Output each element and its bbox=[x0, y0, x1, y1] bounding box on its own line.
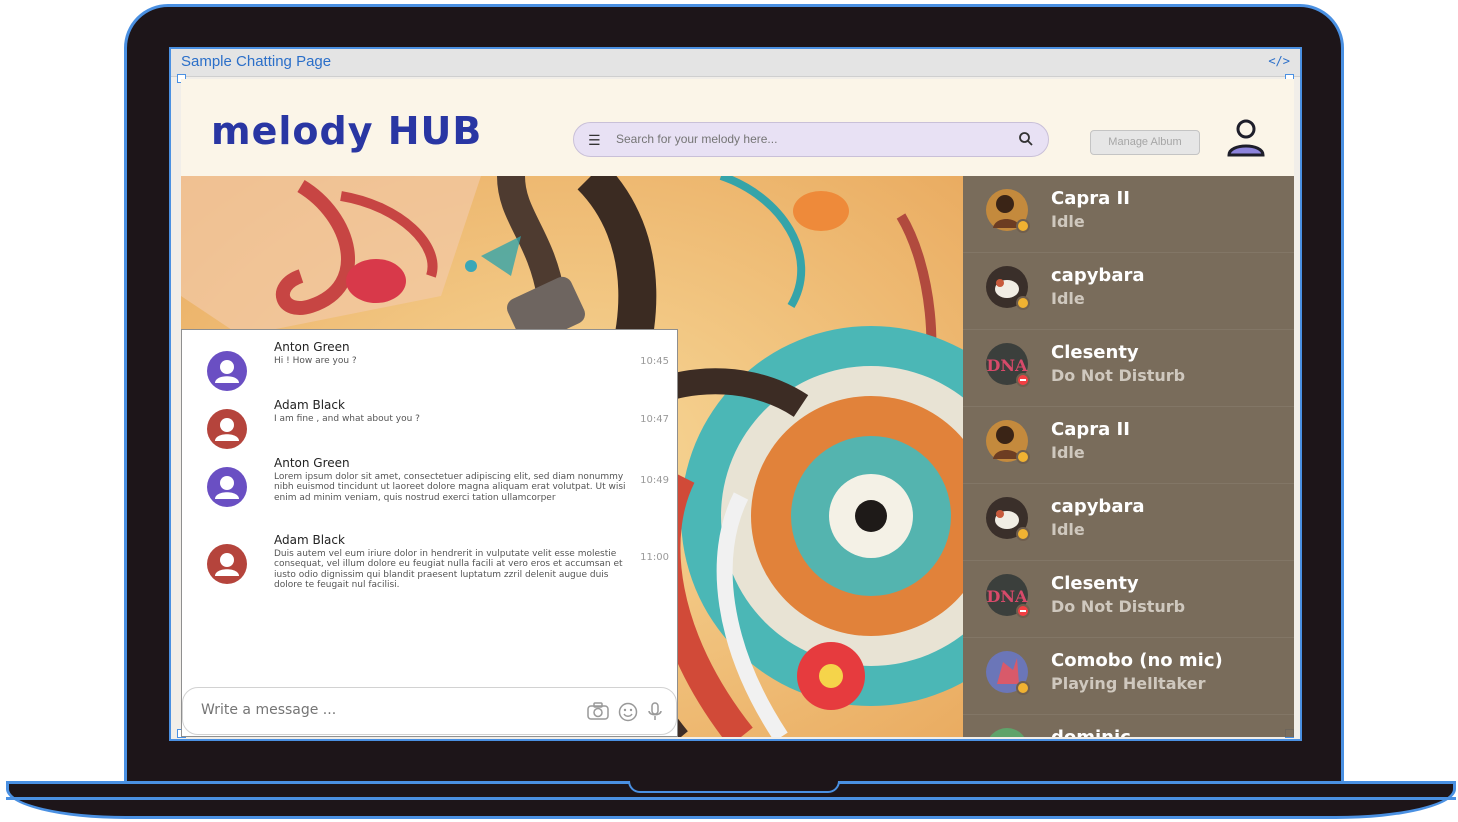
message-time: 11:00 bbox=[640, 552, 669, 563]
friend-avatar bbox=[989, 728, 1025, 737]
search-input[interactable] bbox=[616, 132, 1006, 146]
message-input[interactable] bbox=[201, 702, 571, 718]
friend-status: Idle bbox=[1051, 443, 1085, 462]
avatar-icon bbox=[207, 409, 247, 449]
search-bar[interactable]: ☰ bbox=[573, 122, 1049, 157]
friend-name: Comobo (no mic) bbox=[1051, 650, 1223, 671]
friend-list-item[interactable]: DNA Clesenty Do Not Disturb bbox=[963, 330, 1294, 407]
friend-list-item[interactable]: DNA Clesenty Do Not Disturb bbox=[963, 561, 1294, 638]
microphone-icon[interactable] bbox=[647, 702, 663, 722]
laptop-base-stripe bbox=[6, 797, 1456, 800]
svg-text:DNA: DNA bbox=[987, 587, 1029, 606]
message-author: Anton Green bbox=[274, 340, 350, 354]
laptop-hinge-notch bbox=[628, 781, 840, 793]
chat-message: Adam Black I am fine , and what about yo… bbox=[182, 398, 679, 449]
chat-message: Adam Black Duis autem vel eum iriure dol… bbox=[182, 533, 679, 613]
message-author: Adam Black bbox=[274, 533, 345, 547]
menu-icon[interactable]: ☰ bbox=[588, 133, 601, 149]
friend-list-item[interactable]: Capra II Idle bbox=[963, 176, 1294, 253]
friend-name: Capra II bbox=[1051, 188, 1130, 209]
svg-text:DNA: DNA bbox=[987, 356, 1029, 375]
friend-name: Clesenty bbox=[1051, 342, 1139, 363]
message-composer bbox=[182, 687, 677, 735]
friend-status: Idle bbox=[1051, 289, 1085, 308]
chat-message: Anton Green Lorem ipsum dolor sit amet, … bbox=[182, 456, 679, 526]
friend-list-item[interactable]: capybara Idle bbox=[963, 484, 1294, 561]
manage-album-button[interactable]: Manage Album bbox=[1090, 130, 1200, 155]
message-text: Lorem ipsum dolor sit amet, consectetuer… bbox=[274, 472, 626, 503]
message-time: 10:47 bbox=[640, 414, 669, 425]
frame-title-bar: Sample Chatting Page </> bbox=[171, 49, 1300, 77]
friend-avatar bbox=[986, 420, 1030, 464]
friend-name: capybara bbox=[1051, 265, 1145, 286]
friend-status: Do Not Disturb bbox=[1051, 597, 1186, 616]
friend-avatar bbox=[986, 189, 1030, 233]
chat-panel: Anton Green Hi ! How are you ? 10:45 Ada… bbox=[181, 329, 678, 737]
friend-status: Do Not Disturb bbox=[1051, 366, 1186, 385]
friend-avatar: DNA bbox=[986, 574, 1030, 618]
friend-list-item[interactable]: capybara Idle bbox=[963, 253, 1294, 330]
avatar-icon bbox=[207, 544, 247, 584]
friend-avatar bbox=[986, 651, 1030, 695]
avatar-icon bbox=[207, 467, 247, 507]
friend-avatar bbox=[986, 266, 1030, 310]
code-icon[interactable]: </> bbox=[1268, 54, 1290, 68]
friends-list-panel: Capra II Idle capybara Idle DNA Clesenty… bbox=[963, 176, 1294, 737]
message-text: Duis autem vel eum iriure dolor in hendr… bbox=[274, 549, 623, 591]
friend-avatar: DNA bbox=[986, 343, 1030, 387]
friend-list-item[interactable]: Capra II Idle bbox=[963, 407, 1294, 484]
message-text: Hi ! How are you ? bbox=[274, 356, 357, 366]
avatar-icon bbox=[207, 351, 247, 391]
friend-name: Capra II bbox=[1051, 419, 1130, 440]
friend-avatar bbox=[986, 497, 1030, 541]
friend-name: dominic bbox=[1051, 727, 1131, 737]
friend-status: Idle bbox=[1051, 212, 1085, 231]
melody-hub-logo[interactable]: melody HUB bbox=[211, 109, 482, 153]
frame-title: Sample Chatting Page bbox=[181, 53, 332, 70]
friend-status: Playing Helltaker bbox=[1051, 674, 1206, 693]
friend-name: capybara bbox=[1051, 496, 1145, 517]
message-time: 10:45 bbox=[640, 356, 669, 367]
message-time: 10:49 bbox=[640, 475, 669, 486]
friend-list-item[interactable]: Comobo (no mic) Playing Helltaker bbox=[963, 638, 1294, 715]
friend-name: Clesenty bbox=[1051, 573, 1139, 594]
message-author: Anton Green bbox=[274, 456, 350, 470]
user-profile-icon[interactable] bbox=[1225, 119, 1267, 157]
camera-icon[interactable] bbox=[587, 702, 609, 720]
emoji-icon[interactable] bbox=[618, 702, 638, 722]
friend-status: Idle bbox=[1051, 520, 1085, 539]
app-header: melody HUB ☰ Manage Album bbox=[181, 79, 1294, 176]
message-author: Adam Black bbox=[274, 398, 345, 412]
search-icon[interactable] bbox=[1018, 131, 1034, 147]
browser-frame: Sample Chatting Page </> melody HUB ☰ Ma… bbox=[169, 47, 1302, 741]
message-text: I am fine , and what about you ? bbox=[274, 414, 420, 424]
friend-list-item[interactable]: dominic bbox=[963, 715, 1294, 737]
chat-message: Anton Green Hi ! How are you ? 10:45 bbox=[182, 340, 679, 391]
app-viewport: melody HUB ☰ Manage Album bbox=[181, 79, 1294, 737]
